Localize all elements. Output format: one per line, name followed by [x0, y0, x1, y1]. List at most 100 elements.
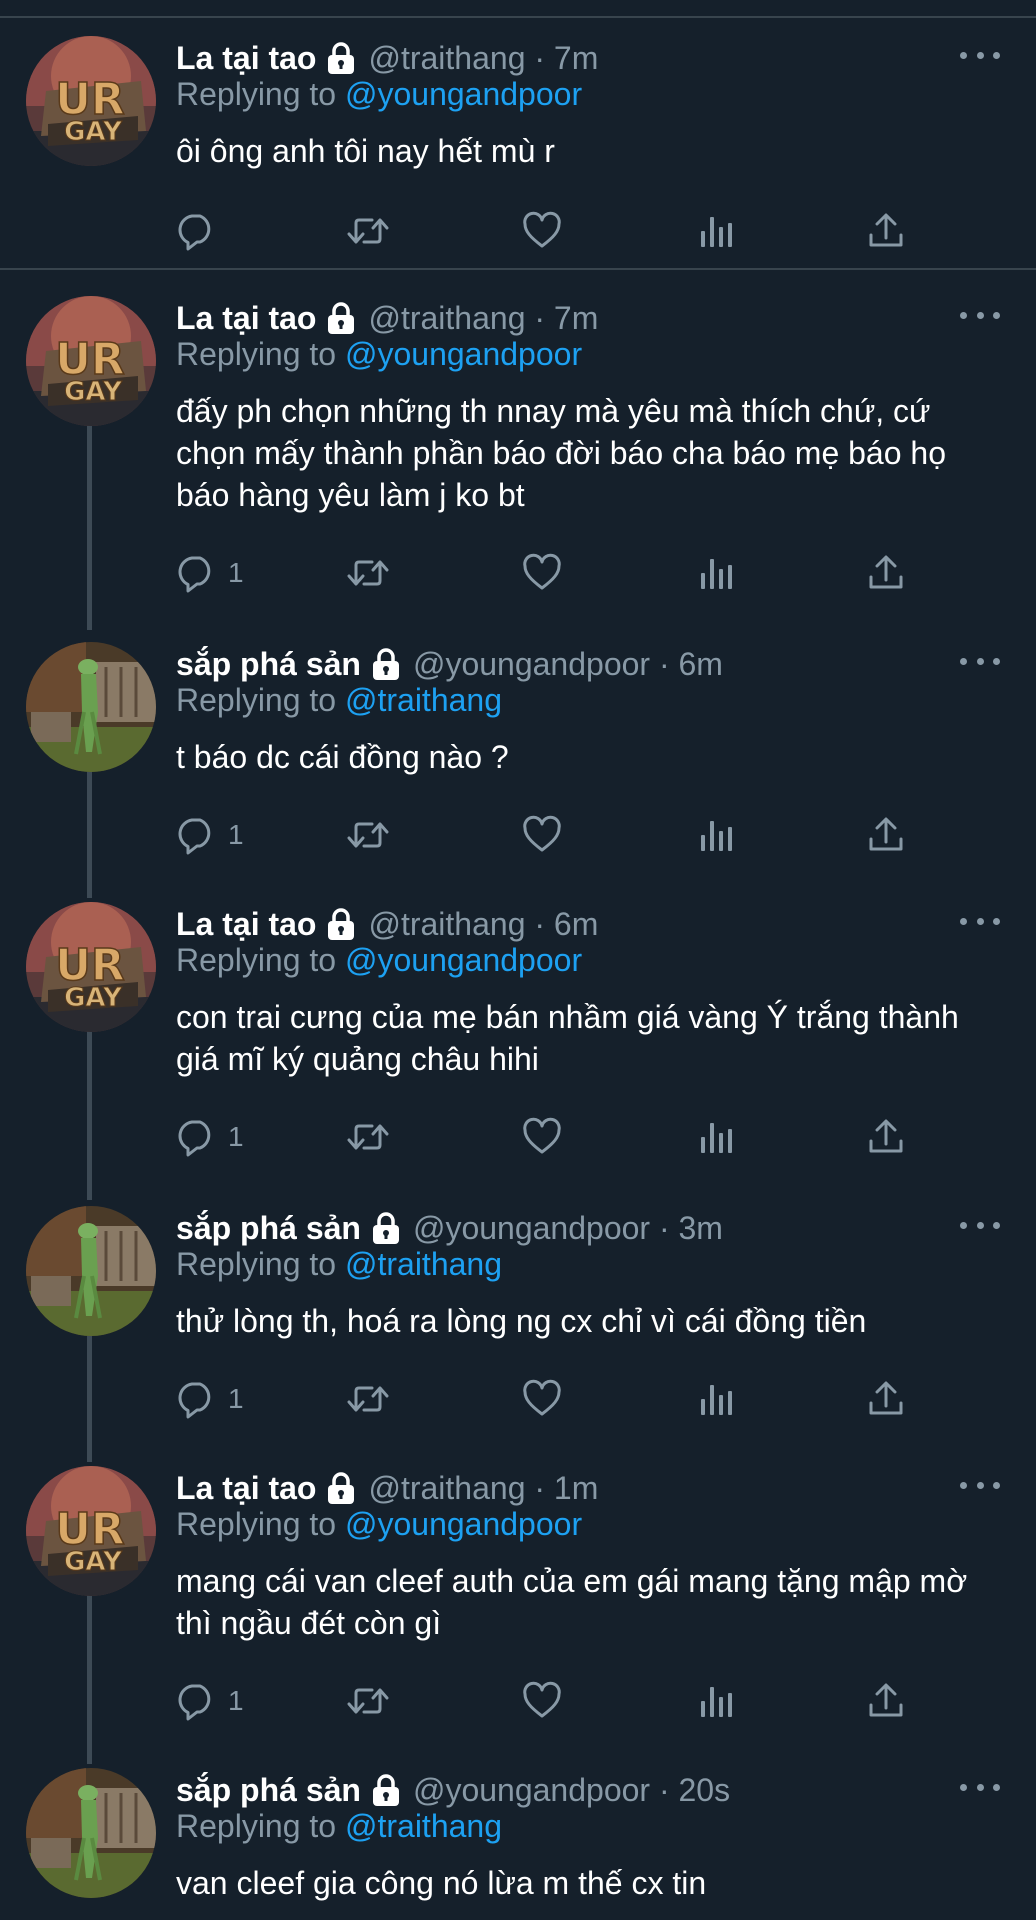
- reply-button[interactable]: 1: [176, 810, 244, 860]
- reply-icon: [176, 211, 216, 251]
- more-options-icon[interactable]: [960, 300, 1000, 330]
- tweet-header: sắp phá sản @youngandpoor · 6m: [176, 642, 723, 686]
- reply-to-link[interactable]: @youngandpoor: [345, 336, 582, 372]
- more-options-icon[interactable]: [960, 1210, 1000, 1240]
- share-button[interactable]: [866, 1374, 906, 1424]
- share-button[interactable]: [866, 1112, 906, 1162]
- tweet-header: sắp phá sản @youngandpoor · 3m: [176, 1206, 723, 1250]
- analytics-icon: [696, 553, 736, 593]
- replying-to: Replying to @youngandpoor: [176, 942, 583, 978]
- analytics-button[interactable]: [696, 206, 736, 256]
- reply-to-link[interactable]: @youngandpoor: [345, 1506, 582, 1542]
- share-icon: [866, 553, 906, 593]
- replying-to: Replying to @traithang: [176, 1246, 502, 1282]
- retweet-button[interactable]: [346, 810, 390, 860]
- avatar[interactable]: [26, 1206, 156, 1336]
- avatar[interactable]: [26, 1768, 156, 1898]
- retweet-button[interactable]: [346, 548, 390, 598]
- tweet-actions: 1: [176, 1112, 936, 1162]
- lock-icon: [324, 1471, 358, 1505]
- handle-timestamp: @youngandpoor · 6m: [412, 645, 723, 682]
- lock-icon: [324, 907, 358, 941]
- reply-button[interactable]: [176, 206, 228, 256]
- lock-icon: [369, 1773, 403, 1807]
- analytics-icon: [696, 211, 736, 251]
- reply-button[interactable]: 1: [176, 1112, 244, 1162]
- reply-to-link[interactable]: @traithang: [345, 1246, 502, 1282]
- share-button[interactable]: [866, 1676, 906, 1726]
- retweet-button[interactable]: [346, 1676, 390, 1726]
- like-icon: [522, 211, 562, 251]
- like-icon: [522, 1681, 562, 1721]
- replying-to: Replying to @youngandpoor: [176, 1506, 583, 1542]
- share-button[interactable]: [866, 810, 906, 860]
- like-button[interactable]: [522, 1112, 562, 1162]
- like-button[interactable]: [522, 1676, 562, 1726]
- reply-to-link[interactable]: @youngandpoor: [345, 942, 582, 978]
- like-icon: [522, 1117, 562, 1157]
- analytics-button[interactable]: [696, 548, 736, 598]
- like-button[interactable]: [522, 1374, 562, 1424]
- thread-line: [87, 1594, 92, 1764]
- author-name[interactable]: La tại tao: [176, 1470, 316, 1507]
- tweet-actions: [176, 206, 936, 256]
- tweet-text: ôi ông anh tôi nay hết mù r: [176, 133, 555, 169]
- reply-count: 1: [228, 557, 244, 588]
- lock-icon: [324, 301, 358, 335]
- reply-to-link[interactable]: @traithang: [345, 1808, 502, 1844]
- retweet-button[interactable]: [346, 1374, 390, 1424]
- tweet-header: La tại tao @traithang · 6m: [176, 902, 598, 946]
- avatar[interactable]: [26, 902, 156, 1032]
- retweet-button[interactable]: [346, 206, 390, 256]
- like-button[interactable]: [522, 810, 562, 860]
- tweet-actions: 1: [176, 810, 936, 860]
- reply-to-link[interactable]: @traithang: [345, 682, 502, 718]
- tweet-header: La tại tao @traithang · 7m: [176, 296, 598, 340]
- like-button[interactable]: [522, 206, 562, 256]
- reply-button[interactable]: 1: [176, 1374, 244, 1424]
- more-options-icon[interactable]: [960, 646, 1000, 676]
- more-options-icon[interactable]: [960, 1470, 1000, 1500]
- retweet-icon: [346, 211, 390, 251]
- author-name[interactable]: La tại tao: [176, 300, 316, 337]
- reply-to-link[interactable]: @youngandpoor: [345, 76, 582, 112]
- reply-button[interactable]: 1: [176, 1676, 244, 1726]
- avatar[interactable]: [26, 36, 156, 166]
- author-name[interactable]: La tại tao: [176, 906, 316, 943]
- author-name[interactable]: sắp phá sản: [176, 646, 361, 683]
- tweet-actions: 1: [176, 1676, 936, 1726]
- retweet-button[interactable]: [346, 1112, 390, 1162]
- handle-timestamp: @traithang · 1m: [368, 1469, 599, 1506]
- more-options-icon[interactable]: [960, 40, 1000, 70]
- author-name[interactable]: La tại tao: [176, 40, 316, 77]
- tweet-text: thử lòng th, hoá ra lòng ng cx chỉ vì cá…: [176, 1303, 867, 1339]
- tweet-text: van cleef gia công nó lừa m thế cx tin: [176, 1865, 707, 1901]
- handle-timestamp: @youngandpoor · 20s: [412, 1771, 731, 1808]
- lock-icon: [369, 647, 403, 681]
- handle-timestamp: @youngandpoor · 3m: [412, 1209, 723, 1246]
- share-icon: [866, 815, 906, 855]
- author-name[interactable]: sắp phá sản: [176, 1772, 361, 1809]
- replying-to: Replying to @youngandpoor: [176, 76, 583, 112]
- reply-icon: [176, 553, 216, 593]
- analytics-button[interactable]: [696, 1374, 736, 1424]
- analytics-button[interactable]: [696, 1676, 736, 1726]
- avatar[interactable]: [26, 1466, 156, 1596]
- like-button[interactable]: [522, 548, 562, 598]
- reply-button[interactable]: 1: [176, 548, 244, 598]
- avatar[interactable]: [26, 296, 156, 426]
- author-name[interactable]: sắp phá sản: [176, 1210, 361, 1247]
- handle-timestamp: @traithang · 6m: [368, 905, 599, 942]
- avatar[interactable]: [26, 642, 156, 772]
- share-icon: [866, 211, 906, 251]
- tweet-actions: 1: [176, 548, 936, 598]
- analytics-button[interactable]: [696, 1112, 736, 1162]
- share-icon: [866, 1681, 906, 1721]
- more-options-icon[interactable]: [960, 1772, 1000, 1802]
- share-button[interactable]: [866, 548, 906, 598]
- analytics-icon: [696, 1681, 736, 1721]
- more-options-icon[interactable]: [960, 906, 1000, 936]
- share-button[interactable]: [866, 206, 906, 256]
- analytics-button[interactable]: [696, 810, 736, 860]
- thread-line: [87, 390, 92, 630]
